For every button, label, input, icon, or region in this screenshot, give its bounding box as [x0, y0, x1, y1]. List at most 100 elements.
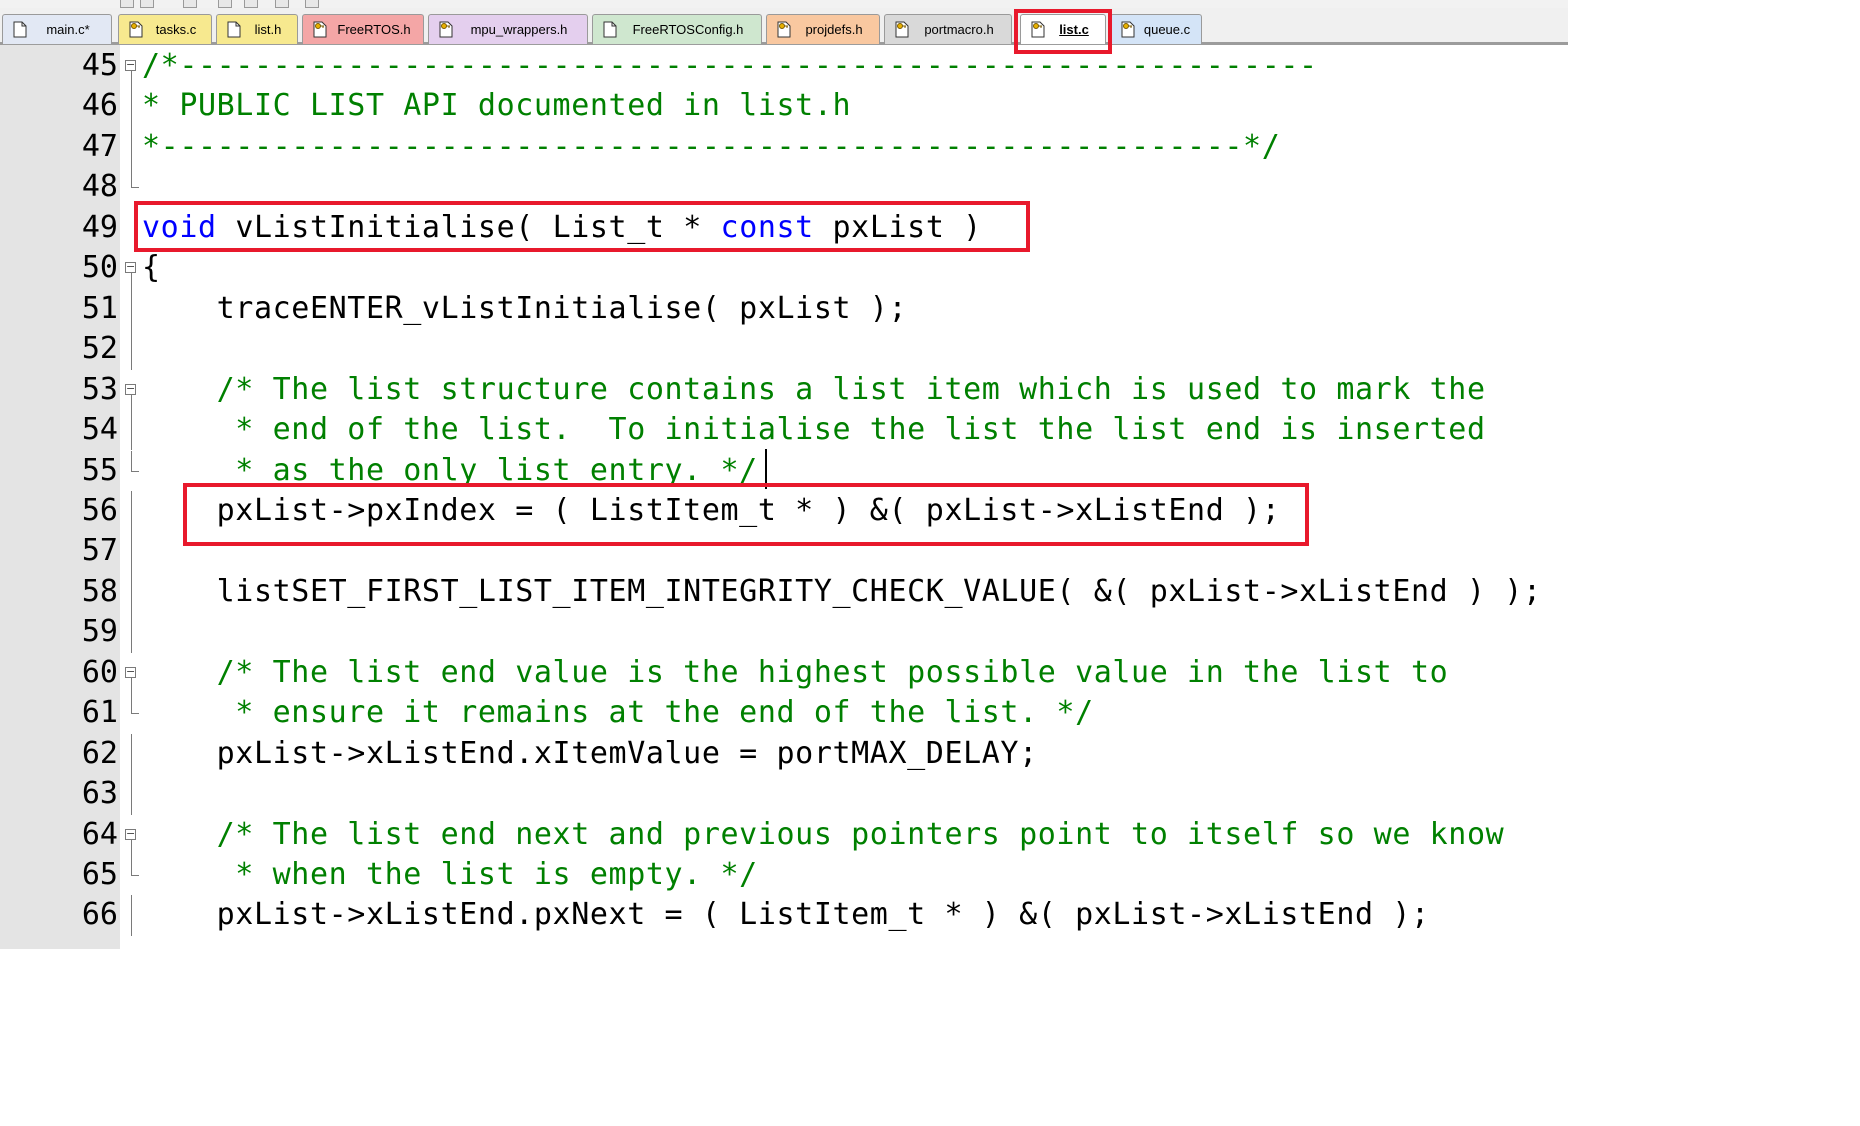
fold-guide	[131, 855, 132, 875]
fold-guide	[131, 677, 132, 694]
code-text: pxList->xListEnd.xItemValue = portMAX_DE…	[142, 735, 1038, 771]
tab-tasks-c[interactable]: tasks.c	[118, 14, 212, 44]
fold-margin[interactable]	[120, 45, 138, 949]
tab-queue-c[interactable]: queue.c	[1110, 14, 1202, 44]
code-line[interactable]: traceENTER_vListInitialise( pxList );	[142, 289, 907, 329]
fold-guide	[131, 71, 132, 87]
tab-label: projdefs.h	[805, 22, 863, 37]
code-text: pxList->xListEnd.pxNext = ( ListItem_t *…	[142, 897, 1430, 933]
toolbar-icon[interactable]	[218, 0, 232, 8]
line-number: 60	[81, 654, 118, 690]
line-number: 49	[81, 209, 118, 245]
code-line[interactable]: * when the list is empty. */	[142, 855, 758, 895]
fold-collapse-icon[interactable]: −	[125, 261, 136, 274]
line-number: 58	[81, 573, 118, 609]
fold-guide	[131, 126, 132, 168]
code-line[interactable]: /* The list structure contains a list it…	[142, 370, 1486, 410]
toolbar-icon[interactable]	[140, 0, 154, 8]
code-line[interactable]: *---------------------------------------…	[142, 127, 1280, 167]
line-number: 52	[81, 331, 118, 367]
toolbar-strip	[0, 0, 1568, 8]
fold-end-tick	[131, 875, 139, 876]
fold-guide	[131, 571, 132, 613]
line-number: 65	[81, 857, 118, 892]
toolbar-icon[interactable]	[244, 0, 258, 8]
code-line[interactable]: * PUBLIC LIST API documented in list.h	[142, 86, 851, 126]
line-number: 62	[81, 735, 118, 771]
tab-label: queue.c	[1143, 22, 1191, 37]
code-comment: *---------------------------------------…	[142, 128, 1281, 164]
code-comment: /* The list end next and previous pointe…	[142, 816, 1505, 852]
line-number: 61	[81, 695, 118, 731]
toolbar-icon[interactable]	[275, 0, 289, 8]
line-number: 51	[81, 290, 118, 326]
fold-guide	[131, 531, 132, 572]
fold-guide	[131, 273, 132, 289]
tab-main-c[interactable]: main.c*	[2, 14, 112, 44]
tab-label: main.c*	[46, 22, 90, 37]
code-comment: * PUBLIC LIST API documented in list.h	[142, 88, 852, 124]
code-text: {	[142, 250, 161, 286]
fold-guide	[131, 86, 132, 127]
code-line[interactable]: /* The list end value is the highest pos…	[142, 653, 1448, 693]
fold-collapse-icon[interactable]: −	[125, 59, 136, 71]
tab-label: FreeRTOS.h	[337, 22, 411, 37]
line-number: 55	[81, 452, 118, 488]
line-number: 66	[81, 897, 118, 933]
line-number: 53	[81, 371, 118, 407]
fold-guide	[131, 774, 132, 815]
tab-freertosconfig-h[interactable]: FreeRTOSConfig.h	[592, 14, 762, 44]
fold-guide	[131, 288, 132, 330]
line-number: 47	[81, 128, 118, 164]
fold-guide	[131, 329, 132, 370]
fold-guide	[131, 410, 132, 451]
code-line[interactable]: /*--------------------------------------…	[142, 46, 1318, 86]
code-line[interactable]: /* The list end next and previous pointe…	[142, 815, 1504, 855]
tab-label: portmacro.h	[924, 22, 994, 37]
tab-list-h[interactable]: list.h	[216, 14, 298, 44]
fold-end-tick	[131, 187, 139, 189]
line-number: 54	[81, 412, 118, 448]
fold-guide	[131, 839, 132, 855]
fold-collapse-icon[interactable]: −	[125, 828, 136, 840]
line-number: 57	[81, 533, 118, 569]
fold-guide	[131, 490, 132, 532]
fold-guide	[131, 693, 132, 714]
tab-mpu-wrappers-h[interactable]: mpu_wrappers.h	[428, 14, 588, 44]
code-text: traceENTER_vListInitialise( pxList );	[142, 290, 908, 326]
code-line[interactable]: * ensure it remains at the end of the li…	[142, 693, 1094, 733]
toolbar-icon[interactable]	[120, 0, 134, 8]
highlight-active-tab	[1014, 9, 1112, 54]
tab-freertos-h[interactable]: FreeRTOS.h	[302, 14, 424, 44]
toolbar-icon[interactable]	[183, 0, 197, 8]
fold-guide	[131, 612, 132, 653]
code-line[interactable]: * end of the list. To initialise the lis…	[142, 410, 1486, 450]
line-number: 46	[81, 88, 118, 124]
fold-guide	[131, 394, 132, 411]
code-comment: /* The list end value is the highest pos…	[142, 654, 1449, 690]
fold-collapse-icon[interactable]: −	[125, 666, 136, 678]
code-line[interactable]: {	[142, 248, 161, 288]
code-line[interactable]: pxList->xListEnd.pxNext = ( ListItem_t *…	[142, 895, 1430, 935]
tab-projdefs-h[interactable]: projdefs.h	[766, 14, 880, 44]
line-number: 64	[81, 816, 118, 852]
code-line[interactable]: pxList->xListEnd.xItemValue = portMAX_DE…	[142, 734, 1038, 774]
tab-label: list.h	[254, 22, 282, 37]
toolbar-icon[interactable]	[305, 0, 319, 8]
highlight-function-signature	[134, 201, 1030, 252]
fold-collapse-icon[interactable]: −	[125, 383, 136, 395]
line-number: 50	[81, 250, 118, 286]
fold-guide	[131, 733, 132, 775]
line-number: 56	[81, 492, 118, 528]
fold-guide	[131, 167, 132, 188]
line-number: 45	[81, 48, 118, 83]
code-comment: * end of the list. To initialise the lis…	[142, 412, 1486, 448]
code-comment: * when the list is empty. */	[142, 857, 758, 892]
code-comment: /*--------------------------------------…	[142, 48, 1318, 83]
code-comment: * ensure it remains at the end of the li…	[142, 695, 1094, 731]
tab-portmacro-h[interactable]: portmacro.h	[884, 14, 1012, 44]
code-line[interactable]: listSET_FIRST_LIST_ITEM_INTEGRITY_CHECK_…	[142, 572, 1542, 612]
editor-tab-bar: main.c* tasks.c list.h FreeRTOS.h mpu_wr…	[0, 8, 1568, 45]
tab-label: tasks.c	[155, 22, 197, 37]
line-number: 59	[81, 614, 118, 650]
